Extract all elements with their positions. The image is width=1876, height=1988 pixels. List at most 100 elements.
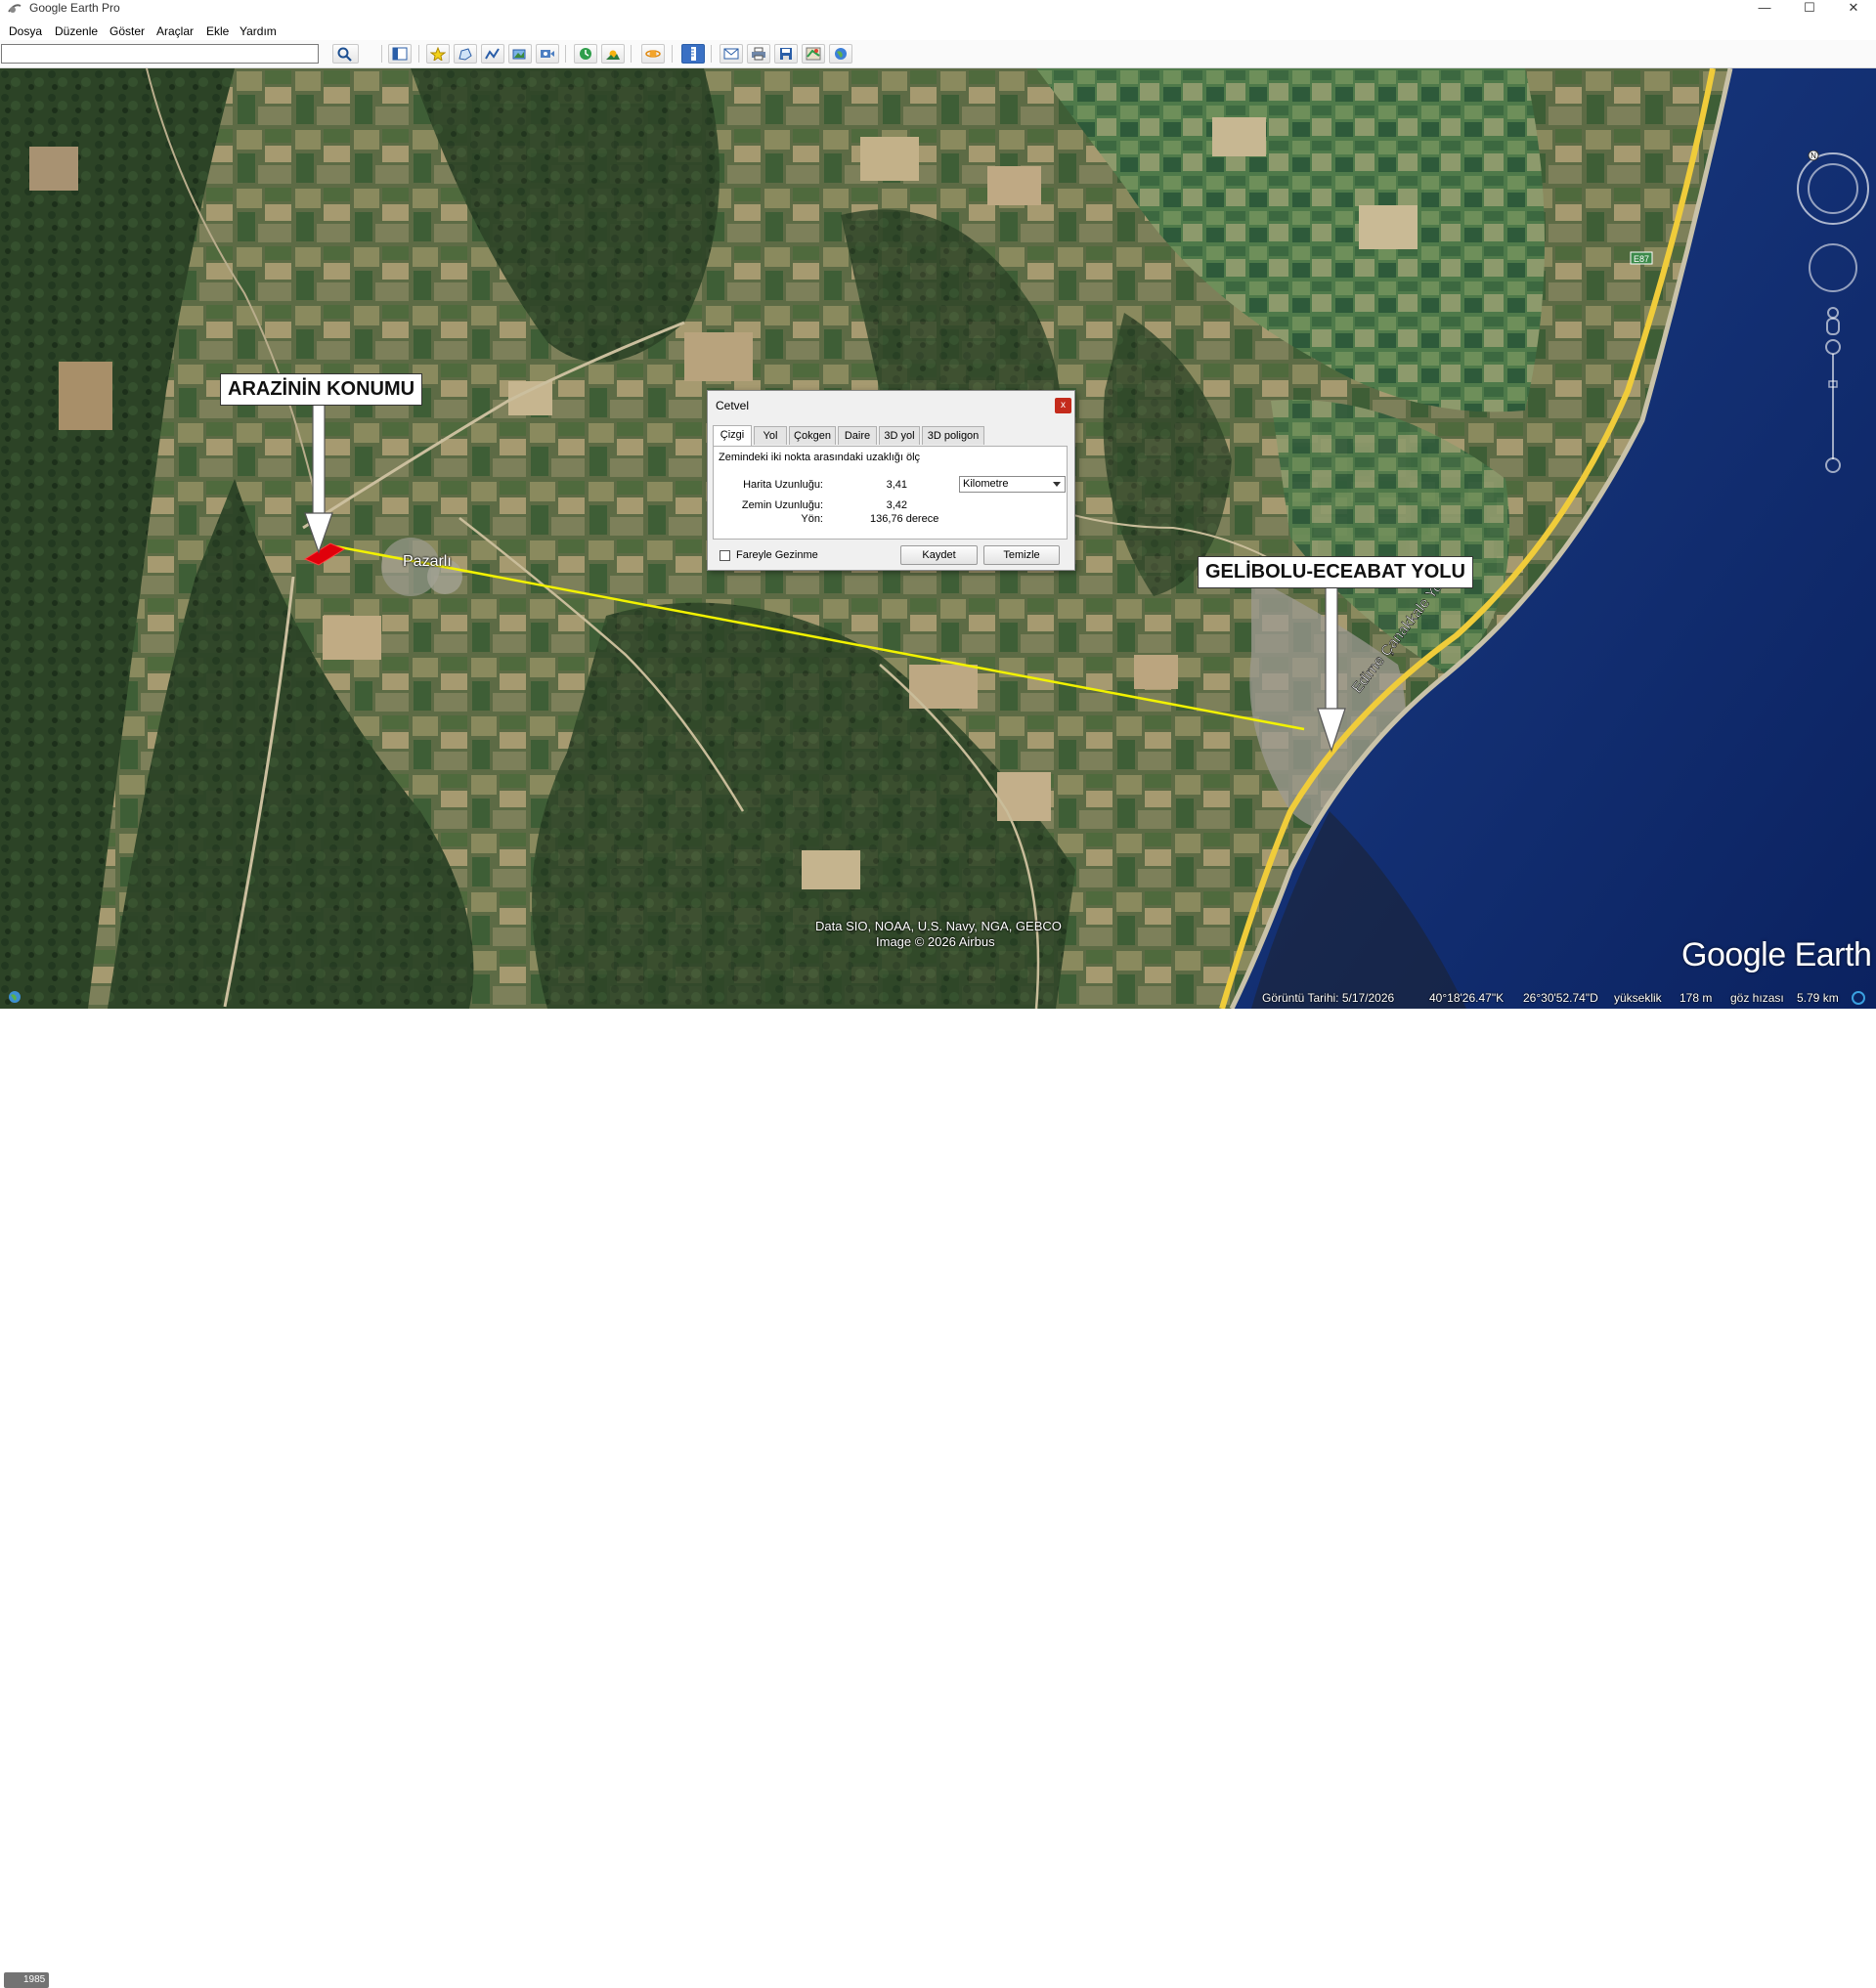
menu-duzenle[interactable]: Düzenle: [55, 24, 98, 38]
highway-shield-e87: E87: [1634, 254, 1649, 264]
close-button[interactable]: ✕: [1831, 0, 1876, 17]
mouse-navigation-label: Fareyle Gezinme: [736, 549, 818, 561]
unit-select[interactable]: Kilometre: [959, 476, 1066, 493]
tab-path[interactable]: Yol: [754, 426, 787, 445]
tab-line[interactable]: Çizgi: [713, 425, 752, 446]
email-icon: [723, 48, 739, 60]
earth-gallery-button[interactable]: [829, 44, 852, 64]
latitude-readout: 40°18'26.47"K: [1429, 991, 1505, 1005]
print-button[interactable]: [747, 44, 770, 64]
image-overlay-icon: [512, 49, 526, 60]
year-value: 1985: [23, 1974, 46, 1985]
search-icon: [337, 47, 352, 62]
record-tour-button[interactable]: [536, 44, 559, 64]
path-icon: [485, 48, 500, 60]
dialog-title: Cetvel: [716, 399, 750, 412]
elevation-value: 178 m: [1680, 991, 1713, 1005]
historical-imagery-icon: [580, 48, 591, 60]
heading-value: 136,76 derece: [870, 513, 939, 525]
menu-dosya[interactable]: Dosya: [9, 24, 42, 38]
view-in-maps-button[interactable]: [802, 44, 825, 64]
sunlight-icon: [606, 50, 620, 60]
map-length-label: Harita Uzunluğu:: [743, 479, 823, 491]
window-title: Google Earth Pro: [29, 1, 120, 15]
ruler-button[interactable]: [681, 44, 705, 64]
ruler-dialog: Cetvel x Çizgi Yol Çokgen Daire 3D yol 3…: [707, 390, 1075, 571]
globe-status-icon: [9, 991, 21, 1003]
tab-3d-polygon[interactable]: 3D poligon: [922, 426, 984, 445]
map-length-value: 3,41: [886, 479, 907, 491]
save-image-button[interactable]: [774, 44, 798, 64]
historical-year-badge[interactable]: 1985: [4, 1972, 50, 1988]
menu-yardim[interactable]: Yardım: [240, 24, 277, 38]
north-up-icon[interactable]: N: [1808, 151, 1819, 161]
add-image-overlay-button[interactable]: [508, 44, 532, 64]
imagery-date: Görüntü Tarihi: 5/17/2026: [1262, 991, 1395, 1005]
title-bar: Google Earth Pro — ☐ ✕: [0, 0, 1876, 17]
eye-altitude-value: 5.79 km: [1797, 991, 1839, 1005]
search-input[interactable]: [1, 44, 319, 64]
elevation-label: yükseklik: [1614, 991, 1662, 1005]
toolbar-separator: [418, 45, 419, 63]
save-button[interactable]: Kaydet: [900, 545, 978, 565]
navigation-controls[interactable]: N: [1795, 151, 1871, 483]
unit-select-value: Kilometre: [963, 478, 1009, 490]
view-maps-icon: [806, 47, 821, 61]
attribution-image: Image © 2026 Airbus: [876, 934, 995, 949]
menu-araclar[interactable]: Araçlar: [156, 24, 194, 38]
menu-ekle[interactable]: Ekle: [206, 24, 229, 38]
ruler-icon: [691, 47, 696, 61]
toolbar-separator: [565, 45, 566, 63]
planets-button[interactable]: [641, 44, 665, 64]
google-earth-app-icon: [8, 4, 22, 13]
add-polygon-button[interactable]: [454, 44, 477, 64]
sunlight-button[interactable]: [601, 44, 625, 64]
email-button[interactable]: [720, 44, 743, 64]
google-earth-logo: Google Earth: [1681, 936, 1872, 973]
planets-icon: [645, 50, 661, 58]
measure-description: Zemindeki iki nokta arasındaki uzaklığı …: [719, 452, 921, 463]
callout-land-location: ARAZİNİN KONUMU: [220, 373, 423, 406]
add-path-button[interactable]: [481, 44, 504, 64]
toolbar-separator: [711, 45, 712, 63]
menu-bar: Dosya Düzenle Göster Araçlar Ekle Yardım: [0, 21, 1876, 40]
historical-imagery-button[interactable]: [574, 44, 597, 64]
save-image-icon: [780, 48, 792, 60]
print-icon: [752, 47, 765, 61]
dialog-close-button[interactable]: x: [1055, 398, 1071, 413]
record-tour-icon: [541, 50, 554, 58]
toolbar-separator: [381, 45, 382, 63]
earth-icon: [835, 48, 847, 60]
mouse-navigation-checkbox[interactable]: [720, 550, 730, 561]
street-view-pegman-icon[interactable]: [1826, 307, 1840, 335]
tab-3d-path[interactable]: 3D yol: [879, 426, 920, 445]
search-button[interactable]: [332, 44, 359, 64]
chevron-down-icon: [1053, 482, 1061, 487]
status-bar: 1985 Görüntü Tarihi: 5/17/2026 40°18'26.…: [0, 985, 1876, 1988]
placemark-icon: [430, 47, 446, 61]
callout-road: GELİBOLU-ECEABAT YOLU: [1198, 556, 1473, 588]
maximize-button[interactable]: ☐: [1787, 0, 1832, 17]
attribution-data: Data SIO, NOAA, U.S. Navy, NGA, GEBCO: [815, 919, 1062, 933]
svg-text:N: N: [1811, 151, 1816, 160]
zoom-slider[interactable]: [1825, 339, 1841, 473]
eye-altitude-label: göz hızası: [1730, 991, 1784, 1005]
move-joystick[interactable]: [1809, 243, 1857, 292]
toolbar-separator: [672, 45, 673, 63]
add-placemark-button[interactable]: [426, 44, 450, 64]
clear-button[interactable]: Temizle: [983, 545, 1060, 565]
longitude-readout: 26°30'52.74"D: [1523, 991, 1598, 1005]
menu-goster[interactable]: Göster: [109, 24, 145, 38]
heading-label: Yön:: [801, 513, 823, 525]
sidebar-toggle-button[interactable]: [388, 44, 412, 64]
toolbar: [0, 40, 1876, 68]
ground-length-label: Zemin Uzunluğu:: [741, 499, 823, 511]
polygon-icon: [458, 48, 472, 61]
streaming-progress-icon: [1852, 991, 1865, 1005]
look-joystick[interactable]: [1797, 152, 1869, 225]
tab-polygon[interactable]: Çokgen: [789, 426, 836, 445]
toolbar-separator: [631, 45, 632, 63]
minimize-button[interactable]: —: [1742, 0, 1787, 17]
tab-circle[interactable]: Daire: [838, 426, 877, 445]
ground-length-value: 3,42: [886, 499, 907, 511]
